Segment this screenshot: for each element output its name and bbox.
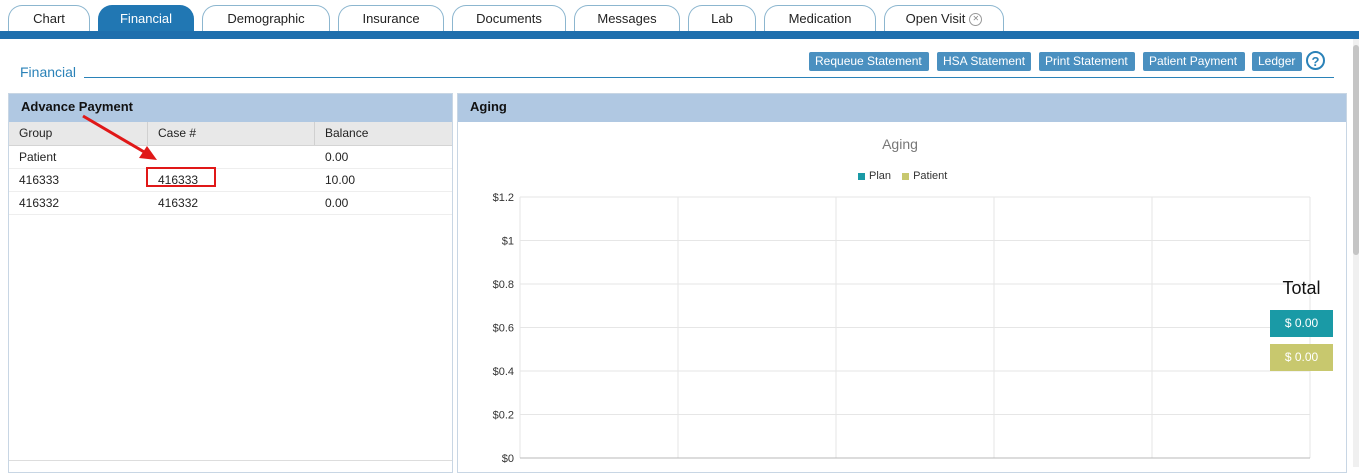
total-plan-badge: $ 0.00 (1270, 310, 1333, 337)
legend-label-patient: Patient (913, 170, 948, 182)
y-tick-label: $0.8 (493, 279, 514, 291)
y-tick-label: $0 (502, 453, 514, 465)
y-tick-label: $1.2 (493, 192, 514, 204)
chart-legend: Plan Patient (858, 170, 947, 182)
y-tick-label: $0.2 (493, 410, 514, 422)
highlight-box (146, 167, 216, 187)
y-tick-label: $0.4 (493, 366, 514, 378)
close-icon[interactable]: ✕ (969, 13, 983, 27)
column-header-balance[interactable]: Balance (315, 122, 452, 145)
legend-swatch-plan (858, 172, 865, 180)
tab-insurance[interactable]: Insurance (338, 5, 444, 31)
cell-group: 416332 (19, 196, 60, 210)
tab-medication[interactable]: Medication (764, 5, 876, 31)
tab-lab[interactable]: Lab (688, 5, 756, 31)
aging-title: Aging (458, 94, 1346, 122)
ledger-button[interactable]: Ledger (1252, 52, 1302, 71)
title-underline (84, 77, 1334, 78)
aging-chart: $1.2 $1 $0.8 $0.6 $0.4 $0.2 $0 (493, 192, 1311, 465)
tab-chart[interactable]: Chart (8, 5, 90, 31)
red-arrow-icon (82, 114, 157, 160)
column-header-case[interactable]: Case # (148, 122, 315, 145)
tab-strip-bar (0, 31, 1359, 39)
tab-demographic[interactable]: Demographic (202, 5, 330, 31)
tab-open-visit[interactable]: Open Visit ✕ (884, 5, 1004, 31)
legend-label-plan: Plan (869, 170, 892, 182)
cell-balance: 0.00 (325, 150, 349, 164)
chart-title: Aging (882, 136, 918, 152)
tab-documents[interactable]: Documents (452, 5, 566, 31)
total-label: Total (1282, 278, 1321, 298)
tab-open-visit-label: Open Visit (905, 11, 966, 26)
table-pager (9, 460, 452, 475)
tab-messages[interactable]: Messages (574, 5, 680, 31)
table-row[interactable]: 416332 416332 0.00 (9, 192, 452, 215)
y-tick-label: $1 (502, 236, 514, 248)
table-row[interactable]: 416333 416333 10.00 (9, 169, 452, 192)
cell-balance: 0.00 (325, 196, 349, 210)
vertical-scrollbar[interactable] (1353, 39, 1359, 467)
help-icon[interactable]: ? (1306, 51, 1325, 70)
patient-payment-button[interactable]: Patient Payment (1143, 52, 1245, 71)
cell-group: 416333 (19, 173, 60, 187)
page-title: Financial (20, 64, 77, 80)
cell-group: Patient (19, 150, 57, 164)
legend-swatch-patient (902, 172, 910, 180)
y-tick-label: $0.6 (493, 323, 514, 335)
print-statement-button[interactable]: Print Statement (1039, 52, 1135, 71)
requeue-statement-button[interactable]: Requeue Statement (809, 52, 929, 71)
hsa-statement-button[interactable]: HSA Statement (937, 52, 1031, 71)
scrollbar-thumb[interactable] (1353, 45, 1359, 255)
cell-case: 416332 (158, 196, 199, 210)
tab-financial[interactable]: Financial (98, 5, 194, 31)
total-patient-badge: $ 0.00 (1270, 344, 1333, 371)
cell-balance: 10.00 (325, 173, 356, 187)
